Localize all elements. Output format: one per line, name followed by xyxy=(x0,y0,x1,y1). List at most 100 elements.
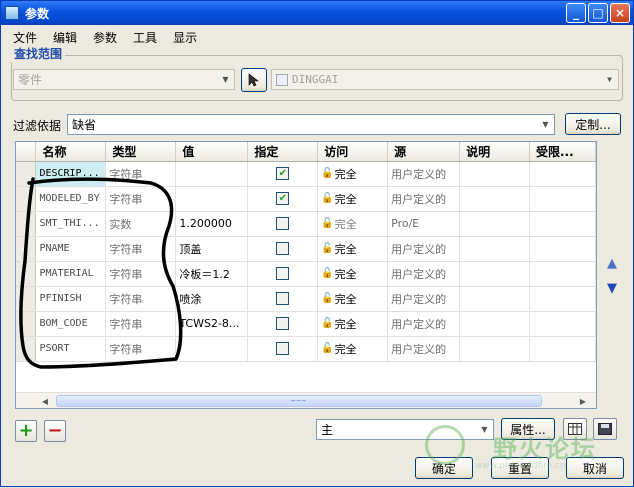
cell-type[interactable]: 字符串 xyxy=(105,286,177,312)
scope-type-select[interactable]: 零件 ▼ xyxy=(13,69,235,90)
cell-designate[interactable] xyxy=(247,286,319,312)
designate-checkbox[interactable]: ✔ xyxy=(276,192,290,205)
cell-name[interactable]: BOM_CODE xyxy=(35,311,107,337)
cell-access[interactable]: 🔓 完全 xyxy=(317,286,389,312)
cell-value[interactable]: 1.200000 xyxy=(175,211,249,237)
row-header[interactable] xyxy=(16,286,37,312)
maximize-icon[interactable]: □ xyxy=(588,3,608,23)
cell-restricted[interactable] xyxy=(529,161,596,187)
menu-edit[interactable]: 编辑 xyxy=(53,29,77,46)
cell-type[interactable]: 字符串 xyxy=(105,161,177,187)
cell-source[interactable]: 用户定义的 xyxy=(387,261,461,287)
table-row[interactable]: DESCRIP... 字符串 ✔ 🔓 完全 用户定义的 xyxy=(16,161,596,187)
cell-type[interactable]: 字符串 xyxy=(105,186,177,212)
designate-checkbox[interactable] xyxy=(276,242,290,255)
cell-source[interactable]: 用户定义的 xyxy=(387,186,461,212)
scroll-left-icon[interactable]: ◀ xyxy=(38,395,52,407)
cell-restricted[interactable] xyxy=(529,336,596,362)
row-header[interactable] xyxy=(16,236,37,262)
cell-access[interactable]: 🔓 完全 xyxy=(317,311,389,337)
scope-object-select[interactable]: DINGGAI ▼ xyxy=(271,69,619,90)
cell-restricted[interactable] xyxy=(529,236,596,262)
cell-description[interactable] xyxy=(459,161,530,187)
cell-value[interactable]: TCWS2-8... xyxy=(175,311,249,337)
cell-access[interactable]: 🔓 完全 xyxy=(317,236,389,262)
column-header-access[interactable]: 访问 xyxy=(317,142,389,162)
cell-name[interactable]: MODELED_BY xyxy=(35,186,107,212)
cell-designate[interactable]: ✔ xyxy=(247,186,319,212)
minimize-icon[interactable]: _ xyxy=(566,3,586,23)
table-row[interactable]: SMT_THI... 实数 1.200000 🔓 完全 Pro/E xyxy=(16,211,596,237)
row-header[interactable] xyxy=(16,311,37,337)
cell-description[interactable] xyxy=(459,311,530,337)
cell-designate[interactable] xyxy=(247,261,319,287)
cell-type[interactable]: 实数 xyxy=(105,211,177,237)
cell-designate[interactable]: ✔ xyxy=(247,161,319,187)
cell-restricted[interactable] xyxy=(529,261,596,287)
cell-value[interactable]: 喷涂 xyxy=(175,286,249,312)
row-header[interactable] xyxy=(16,261,37,287)
down-arrow-icon[interactable]: ▼ xyxy=(605,282,619,296)
cell-value[interactable] xyxy=(175,161,249,187)
table-row[interactable]: BOM_CODE 字符串 TCWS2-8... 🔓 完全 用户定义的 xyxy=(16,311,596,337)
table-row[interactable]: MODELED_BY 字符串 ✔ 🔓 完全 用户定义的 xyxy=(16,186,596,212)
cell-name[interactable]: SMT_THI... xyxy=(35,211,107,237)
cell-access[interactable]: 🔓 完全 xyxy=(317,336,389,362)
designate-checkbox[interactable] xyxy=(276,292,290,305)
designate-checkbox[interactable]: ✔ xyxy=(276,167,290,180)
cell-name[interactable]: DESCRIP... xyxy=(35,161,107,187)
cell-name[interactable]: PFINISH xyxy=(35,286,107,312)
delete-parameter-button[interactable]: − xyxy=(44,420,66,442)
cell-access[interactable]: 🔓 完全 xyxy=(317,186,389,212)
cell-source[interactable]: 用户定义的 xyxy=(387,161,461,187)
select-object-button[interactable] xyxy=(241,68,267,92)
cell-restricted[interactable] xyxy=(529,211,596,237)
cell-name[interactable]: PMATERIAL xyxy=(35,261,107,287)
cell-description[interactable] xyxy=(459,211,530,237)
column-header-name[interactable]: 名称 xyxy=(35,142,107,162)
scroll-right-icon[interactable]: ▶ xyxy=(576,395,590,407)
menu-parameters[interactable]: 参数 xyxy=(93,29,117,46)
cell-name[interactable]: PNAME xyxy=(35,236,107,262)
add-parameter-button[interactable]: + xyxy=(15,420,37,442)
column-header-designate[interactable]: 指定 xyxy=(247,142,319,162)
row-header[interactable] xyxy=(16,336,37,362)
cell-access[interactable]: 🔓 完全 xyxy=(317,211,389,237)
cell-type[interactable]: 字符串 xyxy=(105,336,177,362)
cell-designate[interactable] xyxy=(247,236,319,262)
designate-checkbox[interactable] xyxy=(276,267,290,280)
cell-description[interactable] xyxy=(459,236,530,262)
cell-restricted[interactable] xyxy=(529,186,596,212)
cell-description[interactable] xyxy=(459,261,530,287)
cell-value[interactable] xyxy=(175,336,249,362)
designate-checkbox[interactable] xyxy=(276,217,290,230)
cell-type[interactable]: 字符串 xyxy=(105,311,177,337)
cell-source[interactable]: 用户定义的 xyxy=(387,236,461,262)
table-row[interactable]: PMATERIAL 字符串 冷板＝1.2 🔓 完全 用户定义的 xyxy=(16,261,596,287)
horizontal-scrollbar[interactable]: ◀ ┉┉┉ ▶ xyxy=(16,392,596,408)
cell-value[interactable] xyxy=(175,186,249,212)
cell-designate[interactable] xyxy=(247,311,319,337)
cell-value[interactable]: 冷板＝1.2 xyxy=(175,261,249,287)
row-header[interactable] xyxy=(16,211,37,237)
cell-source[interactable]: Pro/E xyxy=(387,211,461,237)
cell-source[interactable]: 用户定义的 xyxy=(387,336,461,362)
row-header[interactable] xyxy=(16,161,37,187)
cell-source[interactable]: 用户定义的 xyxy=(387,311,461,337)
column-header-source[interactable]: 源 xyxy=(387,142,461,162)
cell-access[interactable]: 🔓 完全 xyxy=(317,261,389,287)
row-header[interactable] xyxy=(16,186,37,212)
cell-name[interactable]: PSORT xyxy=(35,336,107,362)
cell-restricted[interactable] xyxy=(529,311,596,337)
cell-restricted[interactable] xyxy=(529,286,596,312)
designate-checkbox[interactable] xyxy=(276,317,290,330)
cell-value[interactable]: 顶盖 xyxy=(175,236,249,262)
cell-type[interactable]: 字符串 xyxy=(105,236,177,262)
cell-designate[interactable] xyxy=(247,211,319,237)
menu-display[interactable]: 显示 xyxy=(173,29,197,46)
cell-designate[interactable] xyxy=(247,336,319,362)
menu-tools[interactable]: 工具 xyxy=(133,29,157,46)
scrollbar-thumb[interactable]: ┉┉┉ xyxy=(56,395,542,407)
column-header-value[interactable]: 值 xyxy=(175,142,249,162)
up-arrow-icon[interactable]: ▲ xyxy=(605,257,619,271)
